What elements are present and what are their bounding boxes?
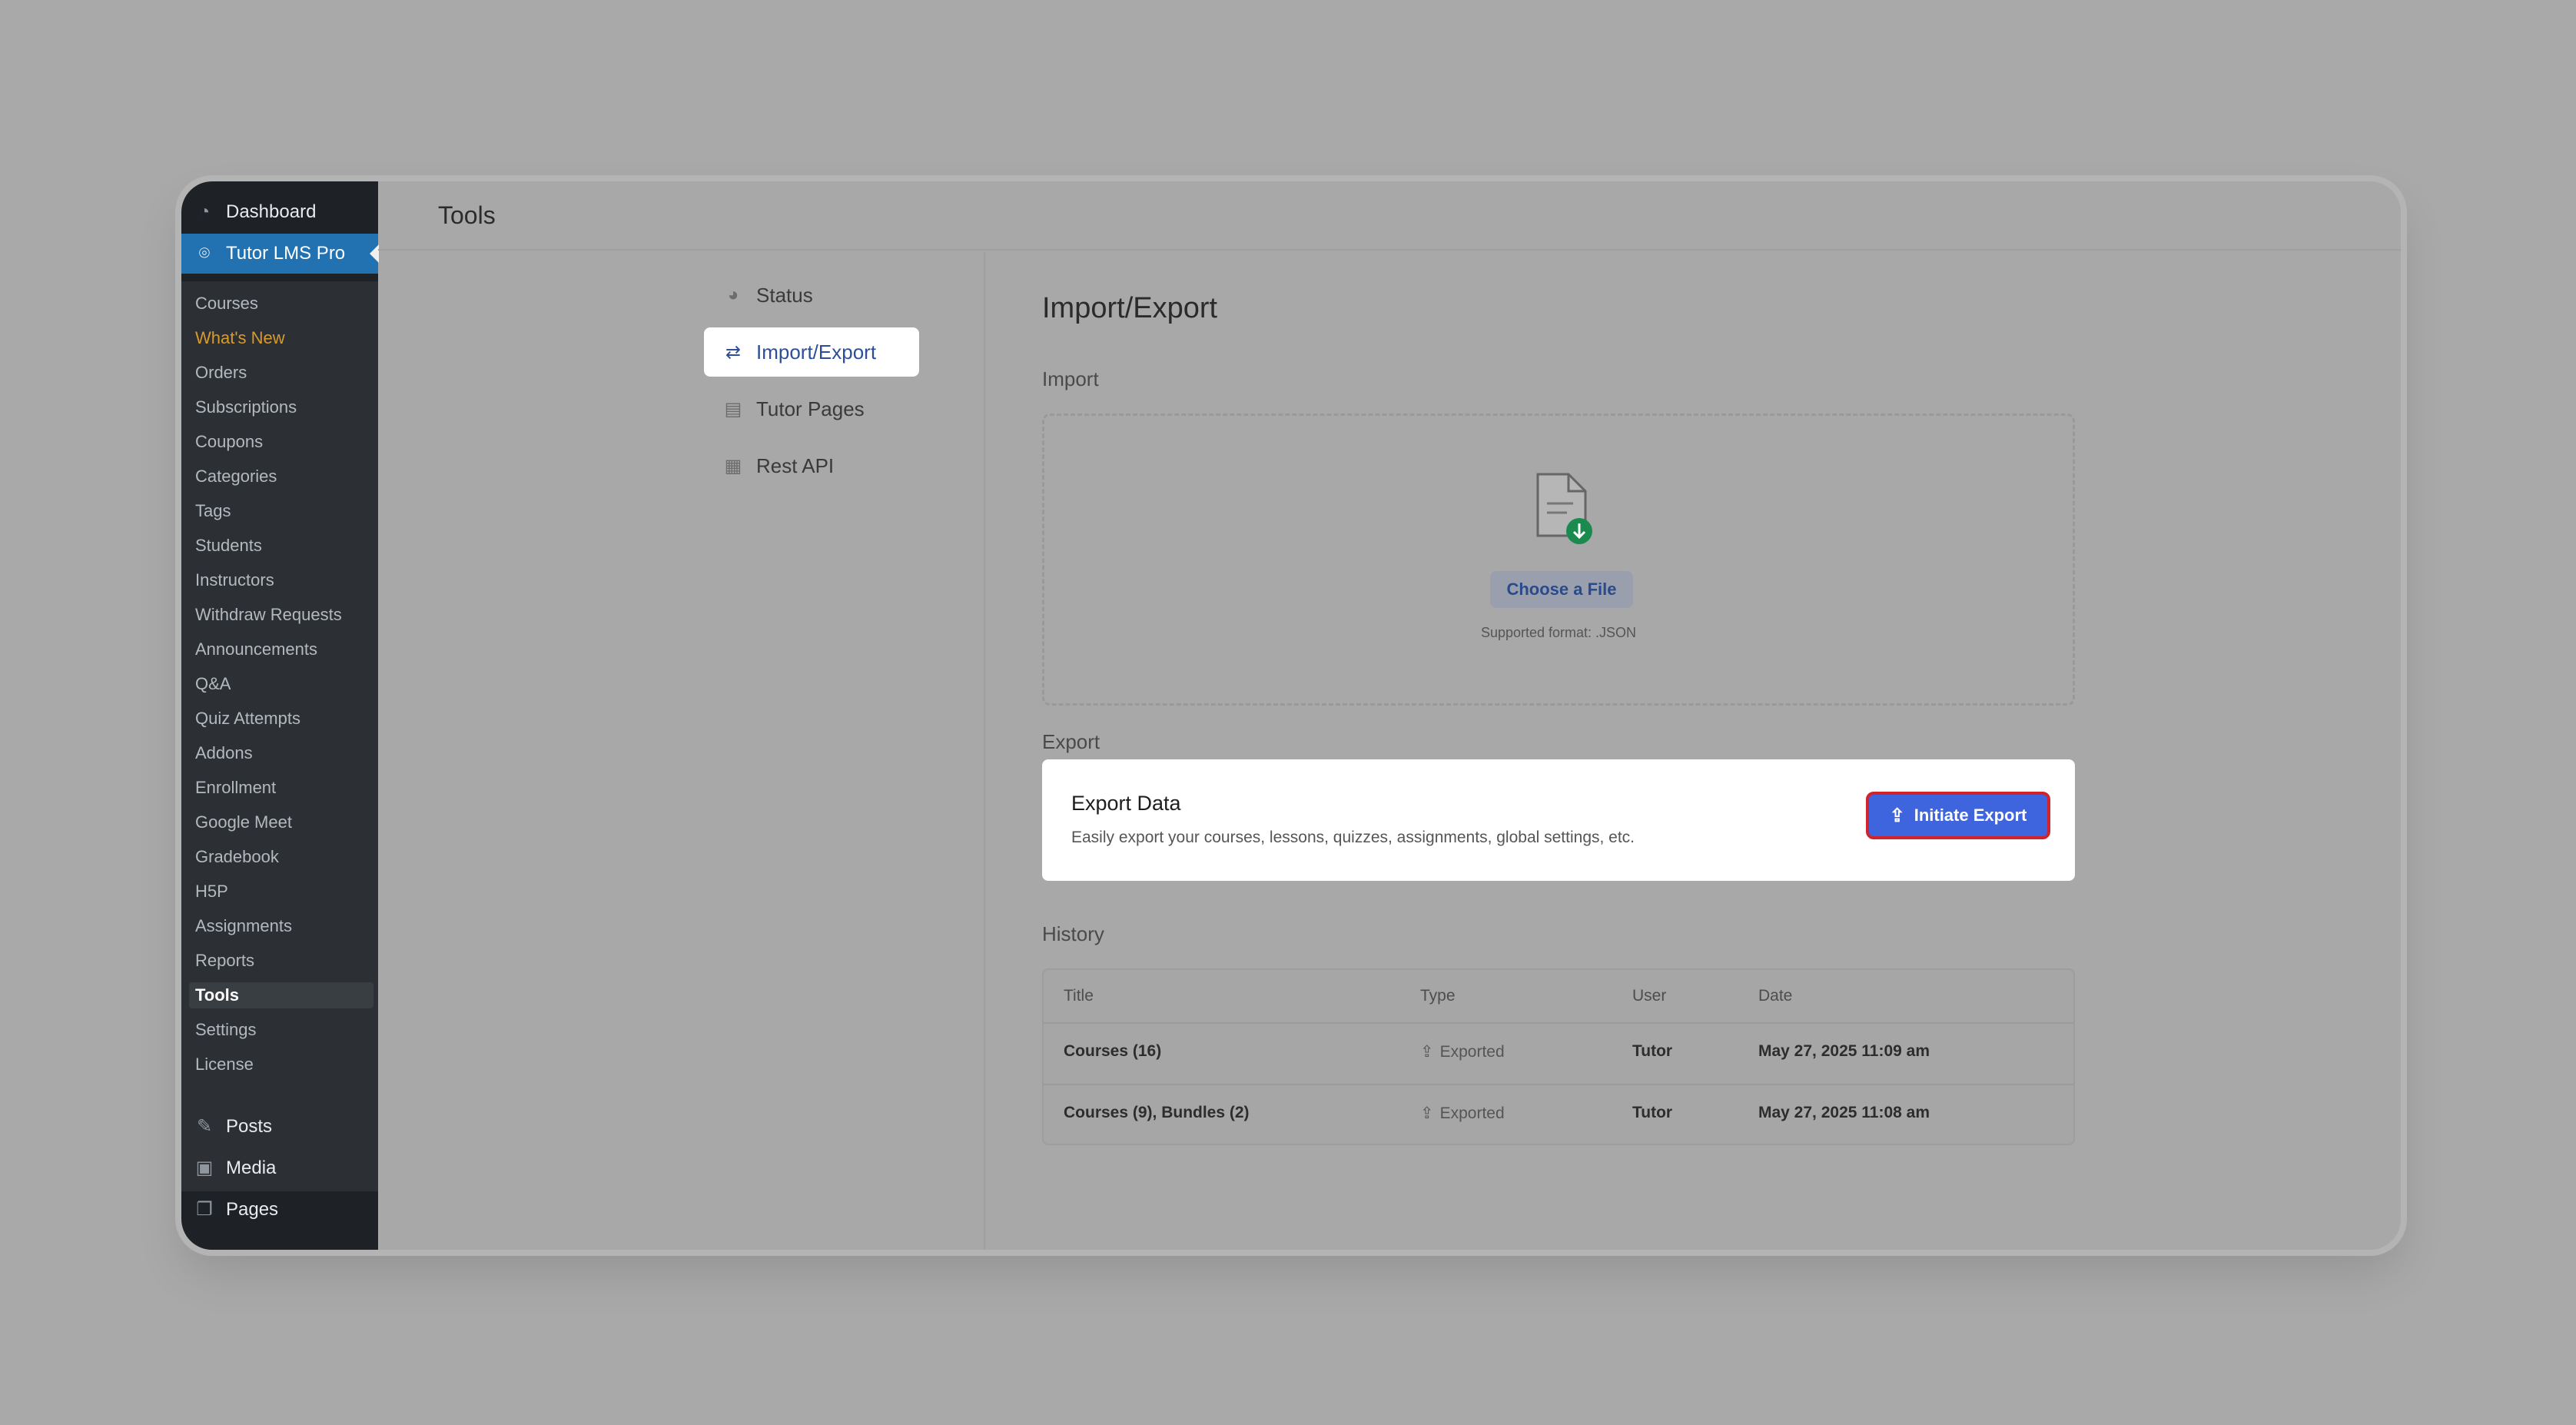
choose-file-button[interactable]: Choose a File [1490, 571, 1633, 608]
tools-nav-label: Status [756, 283, 813, 307]
row-user: Tutor [1632, 1104, 1673, 1121]
submenu-categories[interactable]: Categories [189, 463, 373, 490]
submenu-tags[interactable]: Tags [189, 498, 373, 524]
sidebar-item-label: Dashboard [226, 201, 317, 222]
button-label: Initiate Export [1914, 806, 2027, 825]
initiate-export-button[interactable]: ⇪ Initiate Export [1866, 792, 2050, 839]
submenu-whats-new[interactable]: What's New [189, 325, 373, 351]
submenu-subscriptions[interactable]: Subscriptions [189, 394, 373, 420]
tools-nav-label: Tutor Pages [756, 397, 865, 420]
tools-nav-label: Import/Export [756, 340, 877, 364]
submenu-coupons[interactable]: Coupons [189, 429, 373, 455]
submenu-tools[interactable]: Tools [189, 982, 373, 1008]
submenu-google-meet[interactable]: Google Meet [189, 809, 373, 835]
submenu-h5p[interactable]: H5P [189, 879, 373, 905]
column-header: User [1632, 987, 1667, 1005]
submenu-quiz-attempts[interactable]: Quiz Attempts [189, 706, 373, 732]
import-dropzone[interactable]: Choose a File Supported format: .JSON [1042, 414, 2075, 706]
pin-icon: ✎ [196, 1116, 213, 1137]
import-export-icon: ⇄ [725, 341, 742, 363]
row-type: ⇪ Exported [1420, 1104, 1505, 1122]
sidebar-item-label: Pages [226, 1199, 279, 1220]
sidebar-item-posts[interactable]: ✎ Posts [181, 1107, 378, 1147]
sidebar-item-media[interactable]: ▣ Media [181, 1148, 378, 1188]
import-export-panel: Import/Export Import Choose a File Suppo… [1042, 252, 2075, 1250]
history-label: History [1042, 922, 1104, 945]
import-label: Import [1042, 367, 1099, 390]
row-user: Tutor [1632, 1042, 1673, 1060]
row-type: ⇪ Exported [1420, 1043, 1505, 1061]
sidebar-item-dashboard[interactable]: ◔ Dashboard [181, 192, 378, 232]
tutor-icon: ⌾ [198, 243, 211, 264]
page-title: Tools [438, 201, 496, 229]
submenu-reports[interactable]: Reports [189, 948, 373, 974]
submenu-enrollment[interactable]: Enrollment [189, 775, 373, 801]
tools-nav-status[interactable]: ◕ Status [704, 271, 919, 320]
submenu-students[interactable]: Students [189, 533, 373, 559]
row-date: May 27, 2025 11:08 am [1758, 1104, 1930, 1121]
status-icon: ◕ [727, 284, 739, 305]
submenu-gradebook[interactable]: Gradebook [189, 844, 373, 870]
export-card-description: Easily export your courses, lessons, qui… [1071, 829, 1635, 846]
pages-icon: ▤ [724, 398, 742, 420]
submenu-settings[interactable]: Settings [189, 1017, 373, 1043]
sidebar-item-pages[interactable]: ❐ Pages [181, 1190, 378, 1230]
main-area: Tools ◕ Status ⇄ Import/Export ▤ Tutor P… [378, 181, 2401, 1250]
tools-nav-rest-api[interactable]: ▦ Rest API [704, 441, 919, 490]
sidebar-item-tutor-lms-pro[interactable]: ⌾ Tutor LMS Pro [181, 234, 379, 274]
column-header: Type [1420, 987, 1456, 1005]
export-card: Export Data Easily export your courses, … [1042, 759, 2075, 881]
file-upload-icon [1536, 473, 1592, 544]
media-icon: ▣ [195, 1158, 214, 1178]
row-date: May 27, 2025 11:09 am [1758, 1042, 1930, 1060]
column-header: Title [1064, 987, 1094, 1005]
export-icon: ⇪ [1420, 1104, 1434, 1122]
submenu-qa[interactable]: Q&A [189, 671, 373, 697]
dashboard-icon: ◔ [198, 201, 211, 222]
admin-sidebar: ◔ Dashboard ⌾ Tutor LMS Pro Courses What… [181, 181, 379, 1250]
tools-nav-tutor-pages[interactable]: ▤ Tutor Pages [704, 384, 919, 433]
page-header: Tools [378, 181, 2401, 251]
submenu-instructors[interactable]: Instructors [189, 567, 373, 593]
tools-nav: ◕ Status ⇄ Import/Export ▤ Tutor Pages ▦… [378, 252, 985, 1250]
sidebar-item-label: Posts [226, 1116, 273, 1137]
submenu-addons[interactable]: Addons [189, 740, 373, 766]
table-row: Courses (16) ⇪ Exported Tutor May 27, 202… [1044, 1022, 2073, 1084]
table-row: Courses (9), Bundles (2) ⇪ Exported Tutor… [1044, 1084, 2073, 1145]
submenu-withdraw-requests[interactable]: Withdraw Requests [189, 602, 373, 628]
row-title: Courses (16) [1064, 1042, 1162, 1060]
supported-format-text: Supported format: .JSON [1480, 625, 1637, 640]
api-icon: ▦ [724, 455, 742, 477]
export-label: Export [1042, 730, 1100, 753]
tutor-submenu: Courses What's New Orders Subscriptions … [181, 281, 378, 1191]
sidebar-item-label: Tutor LMS Pro [226, 243, 346, 264]
submenu-orders[interactable]: Orders [189, 360, 373, 386]
tools-nav-label: Rest API [756, 453, 835, 477]
upload-icon: ⇪ [1889, 805, 1905, 826]
submenu-courses[interactable]: Courses [189, 291, 373, 317]
sidebar-item-label: Media [226, 1158, 277, 1178]
history-table: Title Type User Date Courses (16) ⇪ Expor… [1042, 968, 2075, 1145]
export-card-title: Export Data [1071, 792, 1181, 815]
submenu-license[interactable]: License [189, 1051, 373, 1078]
app-window: ◔ Dashboard ⌾ Tutor LMS Pro Courses What… [181, 181, 2401, 1250]
submenu-assignments[interactable]: Assignments [189, 913, 373, 939]
pages-icon: ❐ [196, 1199, 213, 1220]
tools-nav-import-export[interactable]: ⇄ Import/Export [704, 327, 919, 377]
section-title: Import/Export [1042, 292, 1218, 324]
export-icon: ⇪ [1420, 1043, 1434, 1061]
submenu-announcements[interactable]: Announcements [189, 636, 373, 663]
row-title: Courses (9), Bundles (2) [1064, 1104, 1250, 1121]
column-header: Date [1758, 987, 1793, 1005]
